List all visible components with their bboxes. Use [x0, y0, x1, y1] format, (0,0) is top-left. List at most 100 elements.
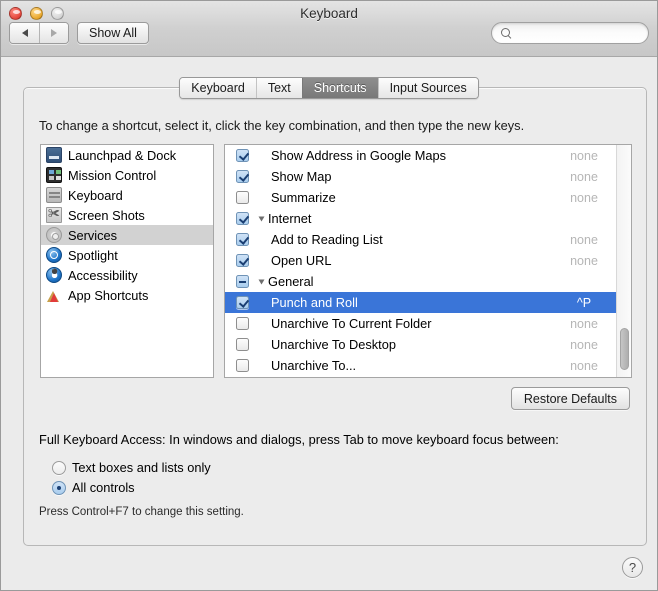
shortcut-name: Summarize — [271, 190, 336, 205]
shortcut-name: Open URL — [271, 253, 332, 268]
table-row[interactable]: Show Map none — [225, 166, 631, 187]
empty-checkbox-icon — [235, 338, 249, 351]
shortcut-enabled-checkbox[interactable] — [225, 191, 259, 204]
radio-all-controls[interactable]: All controls — [52, 480, 135, 495]
radio-button-off-icon — [52, 460, 66, 475]
scrollbar-thumb[interactable] — [620, 328, 629, 370]
sidebar-item-spotlight[interactable]: Spotlight — [41, 245, 213, 265]
table-row-group[interactable]: General — [225, 271, 631, 292]
keyboard-icon — [46, 187, 62, 203]
shortcut-enabled-checkbox[interactable] — [225, 338, 259, 351]
tab-keyboard[interactable]: Keyboard — [180, 78, 256, 98]
group-label: Internet — [268, 211, 312, 226]
help-button[interactable]: ? — [622, 557, 643, 578]
table-row-group[interactable]: Internet — [225, 208, 631, 229]
sidebar-item-label: Launchpad & Dock — [68, 147, 177, 163]
sidebar-item-label: App Shortcuts — [68, 287, 149, 303]
checkmark-icon — [235, 296, 249, 309]
table-row[interactable]: Show Address in Google Maps none — [225, 145, 631, 166]
shortcut-name: Show Map — [271, 169, 332, 184]
shortcut-name: Unarchive To Current Folder — [271, 316, 432, 331]
sidebar-item-label: Accessibility — [68, 267, 138, 283]
group-enabled-checkbox[interactable] — [225, 275, 259, 288]
shortcut-enabled-checkbox[interactable] — [225, 149, 259, 162]
sidebar-item-screen-shots[interactable]: Screen Shots — [41, 205, 213, 225]
shortcut-enabled-checkbox[interactable] — [225, 317, 259, 330]
restore-defaults-button[interactable]: Restore Defaults — [510, 387, 630, 410]
shortcut-enabled-checkbox[interactable] — [225, 170, 259, 183]
table-row[interactable]: Unarchive To Current Folder none — [225, 313, 631, 334]
sidebar-item-launchpad-dock[interactable]: Launchpad & Dock — [41, 145, 213, 165]
tab-bar: Keyboard Text Shortcuts Input Sources — [1, 77, 657, 99]
accessibility-icon — [46, 267, 62, 283]
sidebar-item-accessibility[interactable]: Accessibility — [41, 265, 213, 285]
radio-label: Text boxes and lists only — [72, 460, 211, 475]
mixed-checkbox-icon — [235, 275, 249, 288]
table-row[interactable]: Open URL none — [225, 250, 631, 271]
sidebar-item-app-shortcuts[interactable]: App Shortcuts — [41, 285, 213, 305]
mission-control-icon — [46, 167, 62, 183]
table-row[interactable]: Unarchive To... none — [225, 355, 631, 376]
shortcuts-panel: To change a shortcut, select it, click t… — [23, 87, 647, 546]
checkmark-icon — [235, 149, 249, 162]
empty-checkbox-icon — [235, 191, 249, 204]
app-shortcuts-icon — [46, 287, 62, 303]
launchpad-dock-icon — [46, 147, 62, 163]
table-row-selected[interactable]: Punch and Roll ^P — [225, 292, 631, 313]
chevron-left-icon — [21, 29, 28, 37]
shortcut-enabled-checkbox[interactable] — [225, 254, 259, 267]
shortcut-enabled-checkbox[interactable] — [225, 233, 259, 246]
instruction-text: To change a shortcut, select it, click t… — [39, 118, 525, 133]
shortcut-group-name: Internet — [258, 211, 543, 226]
table-row[interactable]: Add to Reading List none — [225, 229, 631, 250]
window-titlebar: Keyboard Show All — [1, 1, 657, 57]
screen-shots-icon — [46, 206, 62, 223]
sidebar-item-label: Keyboard — [68, 187, 123, 203]
services-gear-icon — [46, 227, 62, 243]
shortcut-name: Punch and Roll — [271, 295, 358, 310]
full-keyboard-access-hint: Press Control+F7 to change this setting. — [39, 506, 244, 518]
group-label: General — [268, 274, 314, 289]
table-row[interactable]: Unarchive To Desktop none — [225, 334, 631, 355]
disclosure-triangle-icon[interactable] — [258, 216, 265, 221]
tab-shortcuts[interactable]: Shortcuts — [301, 78, 378, 98]
tab-text[interactable]: Text — [255, 78, 302, 98]
vertical-scrollbar[interactable] — [616, 145, 631, 377]
sidebar-item-services[interactable]: Services — [41, 225, 213, 245]
tab-group: Keyboard Text Shortcuts Input Sources — [179, 77, 479, 99]
radio-button-on-icon — [52, 480, 66, 495]
search-field[interactable] — [491, 22, 649, 44]
checkmark-icon — [235, 170, 249, 183]
shortcut-categories-list[interactable]: Launchpad & Dock Mission Control Keyboar… — [40, 144, 214, 378]
shortcuts-list[interactable]: Show Address in Google Maps none Show Ma… — [224, 144, 632, 378]
shortcut-name: Add to Reading List — [271, 232, 383, 247]
sidebar-item-label: Mission Control — [68, 167, 157, 183]
radio-label: All controls — [72, 480, 135, 495]
full-keyboard-access-label: Full Keyboard Access: In windows and dia… — [39, 432, 559, 447]
disclosure-triangle-icon[interactable] — [258, 279, 265, 284]
show-all-button[interactable]: Show All — [77, 22, 149, 44]
tab-input-sources[interactable]: Input Sources — [377, 78, 478, 98]
shortcut-enabled-checkbox[interactable] — [225, 296, 259, 309]
shortcut-name: Unarchive To... — [271, 358, 357, 373]
sidebar-item-label: Services — [68, 227, 118, 243]
sidebar-item-keyboard[interactable]: Keyboard — [41, 185, 213, 205]
group-enabled-checkbox[interactable] — [225, 212, 259, 225]
toolbar-left-group: Show All — [9, 22, 149, 44]
radio-text-boxes-and-lists-only[interactable]: Text boxes and lists only — [52, 460, 211, 475]
shortcut-name: Unarchive To Desktop — [271, 337, 396, 352]
table-row[interactable]: Summarize none — [225, 187, 631, 208]
back-button[interactable] — [10, 23, 39, 43]
shortcut-group-name: General — [258, 274, 543, 289]
checkmark-icon — [235, 254, 249, 267]
shortcut-name: Show Address in Google Maps — [271, 148, 446, 163]
keyboard-preferences-window: Keyboard Show All Keyboard Text Shortcut… — [0, 0, 658, 591]
search-input[interactable] — [517, 26, 637, 40]
sidebar-item-label: Spotlight — [68, 247, 118, 263]
spotlight-icon — [46, 247, 62, 263]
checkmark-icon — [235, 233, 249, 246]
shortcut-enabled-checkbox[interactable] — [225, 359, 259, 372]
sidebar-item-mission-control[interactable]: Mission Control — [41, 165, 213, 185]
empty-checkbox-icon — [235, 317, 249, 330]
forward-button[interactable] — [39, 23, 68, 43]
